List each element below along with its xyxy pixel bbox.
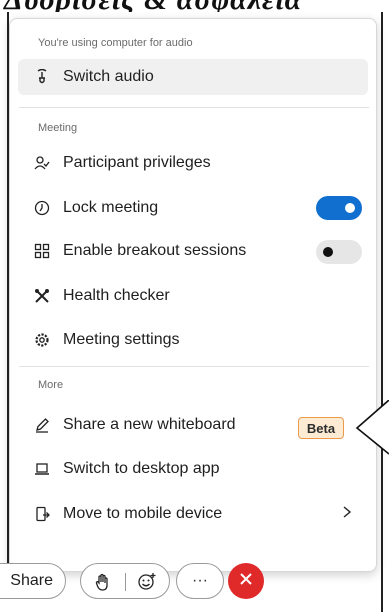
share-button[interactable]: Share [0,563,66,599]
laptop-icon [34,461,50,477]
meeting-settings-item[interactable]: Meeting settings [18,322,368,358]
end-meeting-button[interactable] [228,563,264,599]
more-caption: More [38,379,64,391]
lock-meeting-toggle[interactable] [316,196,362,220]
pencil-icon [34,417,50,433]
smiley-icon [137,572,157,597]
background-heading: Δυορίσεις & ασφάλεια [4,0,302,12]
breakout-icon [34,243,50,259]
background-heading-strip: Δυορίσεις & ασφάλεια [0,0,389,12]
enable-breakout-toggle[interactable] [316,240,362,264]
enable-breakout-label: Enable breakout sessions [63,242,247,259]
more-options-menu: You're using computer for audio Switch a… [9,18,377,572]
health-checker-item[interactable]: Health checker [18,278,368,314]
move-mobile-item[interactable]: Move to mobile device [18,496,368,532]
audio-caption: You're using computer for audio [38,37,193,49]
raise-hand-icon [95,573,111,596]
reactions-button[interactable] [80,563,170,599]
switch-audio-item[interactable]: Switch audio [18,59,368,95]
mobile-transfer-icon [34,506,50,522]
switch-desktop-item[interactable]: Switch to desktop app [18,451,368,487]
participant-privileges-label: Participant privileges [63,154,211,171]
more-options-button[interactable]: ··· [176,563,224,599]
lock-meeting-label: Lock meeting [63,199,159,216]
toggle-knob [345,203,355,213]
separator [125,573,126,591]
callout-pointer [355,400,389,455]
headset-icon [34,69,50,85]
divider [19,107,369,108]
lock-icon [34,200,50,216]
participants-icon [34,155,50,171]
move-mobile-label: Move to mobile device [63,505,223,522]
participant-privileges-item[interactable]: Participant privileges [18,145,368,181]
health-checker-label: Health checker [63,287,170,304]
beta-badge: Beta [298,417,344,439]
meeting-settings-label: Meeting settings [63,331,180,348]
switch-desktop-label: Switch to desktop app [63,460,220,477]
toggle-knob [323,247,333,257]
gear-icon [34,332,50,348]
divider [19,366,369,367]
frame-line-right [381,12,383,612]
switch-audio-label: Switch audio [63,68,154,85]
close-icon [239,572,253,591]
health-checker-icon [34,288,50,304]
meeting-caption: Meeting [38,122,78,134]
chevron-right-icon [342,504,352,525]
share-whiteboard-label: Share a new whiteboard [63,416,236,433]
